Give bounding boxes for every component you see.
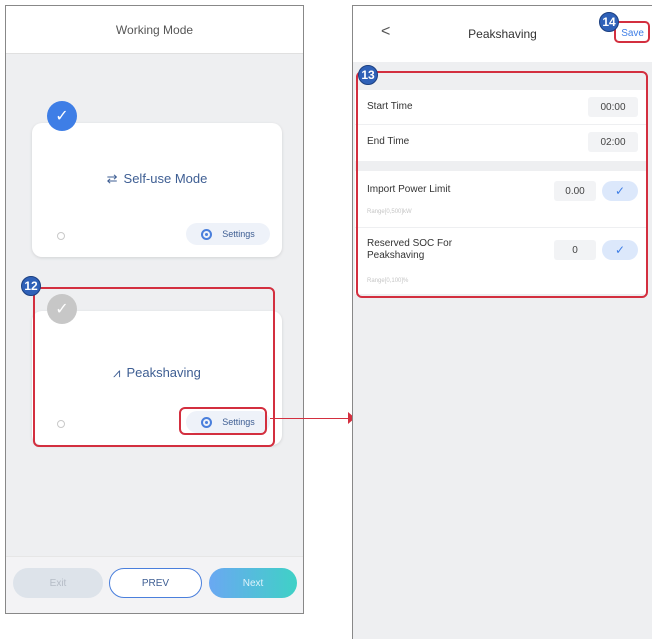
annotation-box-14 [614, 21, 650, 43]
annotation-arrow-line [270, 418, 350, 419]
next-button[interactable]: Next [209, 568, 297, 598]
footer-bar: Exit PREV Next [6, 556, 303, 613]
page-title: Working Mode [6, 6, 303, 54]
annotation-badge-12: 12 [21, 276, 41, 296]
exit-button[interactable]: Exit [13, 568, 103, 598]
self-use-icon: ⇄ [106, 171, 118, 186]
page-title: Peakshaving [468, 27, 537, 41]
self-use-mode-card[interactable]: ⇄ Self-use Mode Settings [32, 123, 282, 257]
annotation-badge-14: 14 [599, 12, 619, 32]
annotation-badge-13: 13 [358, 65, 378, 85]
self-use-label: Self-use Mode [123, 171, 208, 186]
self-use-settings-button[interactable]: Settings [186, 223, 270, 245]
gear-icon [201, 228, 213, 240]
info-icon[interactable] [57, 232, 65, 240]
back-chevron-icon[interactable]: < [381, 23, 390, 41]
prev-button[interactable]: PREV [109, 568, 202, 598]
annotation-box-13 [356, 71, 648, 298]
annotation-box-settings [179, 407, 267, 435]
selected-check-icon[interactable]: ✓ [47, 101, 77, 131]
